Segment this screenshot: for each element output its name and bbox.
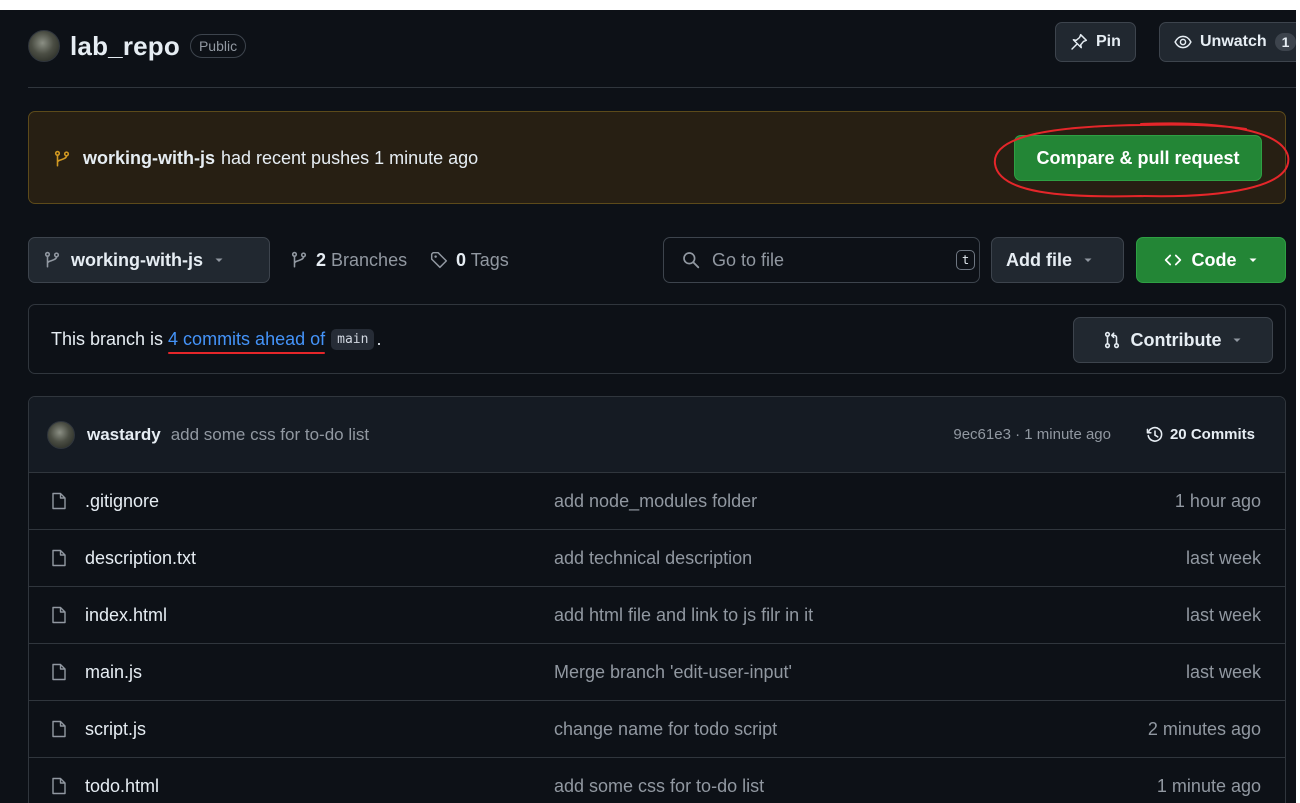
- file-commit-message[interactable]: change name for todo script: [554, 719, 777, 740]
- file-commit-message[interactable]: Merge branch 'edit-user-input': [554, 662, 792, 683]
- watch-count: 1: [1274, 33, 1296, 51]
- file-name[interactable]: description.txt: [85, 548, 196, 569]
- file-icon: [51, 720, 67, 738]
- branch-status-prefix: This branch is: [51, 329, 169, 349]
- code-button[interactable]: Code: [1136, 237, 1286, 283]
- add-file-label: Add file: [1006, 249, 1072, 270]
- go-to-file-search[interactable]: t: [663, 237, 980, 283]
- repo-name[interactable]: lab_repo: [70, 31, 180, 62]
- file-commit-time: last week: [1185, 661, 1261, 682]
- code-label: Code: [1191, 249, 1237, 270]
- branch-selector-label: working-with-js: [71, 249, 203, 270]
- commits-ahead-link[interactable]: 4 commits ahead of: [168, 329, 326, 354]
- commits-count-label: 20 Commits: [1169, 426, 1255, 443]
- branches-label: Branches: [331, 249, 408, 270]
- git-branch-icon: [43, 251, 61, 269]
- file-name[interactable]: main.js: [85, 662, 142, 683]
- branches-link[interactable]: 2 Branches: [290, 237, 407, 283]
- header-divider: [28, 87, 1296, 88]
- file-commit-message[interactable]: add node_modules folder: [554, 491, 757, 512]
- file-commit-message[interactable]: add html file and link to js filr in it: [554, 605, 813, 626]
- file-commit-time: 1 minute ago: [1156, 775, 1261, 796]
- history-icon: [1146, 426, 1164, 444]
- file-icon: [51, 663, 67, 681]
- git-pull-request-icon: [1103, 331, 1121, 349]
- search-shortcut-key: t: [956, 250, 976, 270]
- file-commit-time: 2 minutes ago: [1147, 718, 1261, 739]
- file-table: wastardy add some css for to-do list 9ec…: [28, 396, 1286, 803]
- branches-count: 2: [316, 249, 327, 270]
- file-commit-time: last week: [1185, 604, 1261, 625]
- search-icon: [682, 251, 700, 269]
- chevron-down-icon: [1231, 334, 1243, 346]
- base-branch-name[interactable]: main: [331, 329, 375, 350]
- chevron-down-icon: [213, 254, 225, 266]
- file-commit-time: 1 hour ago: [1174, 490, 1261, 511]
- branch-selector[interactable]: working-with-js: [28, 237, 270, 283]
- tag-icon: [430, 251, 448, 269]
- file-icon: [51, 777, 67, 795]
- commit-author[interactable]: wastardy: [87, 425, 161, 445]
- commits-history-link[interactable]: 20 Commits: [1146, 426, 1255, 444]
- file-name[interactable]: .gitignore: [85, 491, 159, 512]
- owner-avatar[interactable]: [28, 30, 60, 62]
- file-name[interactable]: todo.html: [85, 776, 159, 797]
- branch-status-box: This branch is 4 commits ahead of main. C…: [28, 304, 1286, 374]
- unwatch-label: Unwatch: [1200, 33, 1267, 50]
- branch-status-suffix: .: [376, 329, 382, 349]
- git-branch-icon: [53, 150, 71, 168]
- chevron-down-icon: [1247, 254, 1259, 266]
- pin-label: Pin: [1096, 33, 1121, 50]
- contribute-button[interactable]: Contribute: [1073, 317, 1273, 363]
- file-commit-message[interactable]: add technical description: [554, 548, 752, 569]
- file-icon: [51, 606, 67, 624]
- file-commit-message[interactable]: add some css for to-do list: [554, 776, 764, 797]
- compare-pull-request-button[interactable]: Compare & pull request: [1014, 135, 1262, 181]
- file-commit-time: last week: [1185, 547, 1261, 568]
- file-name[interactable]: index.html: [85, 605, 167, 626]
- eye-icon: [1174, 33, 1192, 51]
- chevron-down-icon: [1082, 254, 1094, 266]
- file-row[interactable]: script.js change name for todo script 2 …: [29, 701, 1285, 758]
- code-icon: [1164, 251, 1182, 269]
- file-row[interactable]: index.html add html file and link to js …: [29, 587, 1285, 644]
- tags-label: Tags: [470, 249, 509, 270]
- file-row[interactable]: description.txt add technical descriptio…: [29, 530, 1285, 587]
- latest-commit-row: wastardy add some css for to-do list 9ec…: [29, 397, 1285, 473]
- repo-header: lab_repo Public: [28, 24, 247, 68]
- pin-button[interactable]: Pin: [1055, 22, 1136, 62]
- add-file-button[interactable]: Add file: [991, 237, 1124, 283]
- go-to-file-input[interactable]: [712, 249, 944, 271]
- commit-message[interactable]: add some css for to-do list: [171, 425, 369, 445]
- file-row[interactable]: main.js Merge branch 'edit-user-input' l…: [29, 644, 1285, 701]
- file-icon: [51, 549, 67, 567]
- git-branch-icon: [290, 251, 308, 269]
- contribute-label: Contribute: [1130, 329, 1222, 350]
- tags-count: 0: [456, 249, 467, 270]
- visibility-badge: Public: [189, 34, 247, 58]
- pin-icon: [1070, 33, 1088, 51]
- pushed-branch-name[interactable]: working-with-js: [83, 148, 215, 169]
- commit-author-avatar[interactable]: [47, 420, 75, 449]
- repo-page: lab_repo Public Pin Unwatch 1 working-wi…: [0, 10, 1296, 803]
- file-row[interactable]: .gitignore add node_modules folder 1 hou…: [29, 473, 1285, 530]
- push-text: had recent pushes 1 minute ago: [221, 148, 479, 168]
- file-icon: [51, 492, 67, 510]
- recent-push-banner: working-with-js had recent pushes 1 minu…: [28, 111, 1290, 204]
- file-row[interactable]: todo.html add some css for to-do list 1 …: [29, 758, 1285, 803]
- tags-link[interactable]: 0 Tags: [430, 237, 509, 283]
- file-name[interactable]: script.js: [85, 719, 146, 740]
- commit-meta[interactable]: 9ec61e3 · 1 minute ago: [953, 426, 1111, 443]
- unwatch-button[interactable]: Unwatch 1: [1159, 22, 1296, 62]
